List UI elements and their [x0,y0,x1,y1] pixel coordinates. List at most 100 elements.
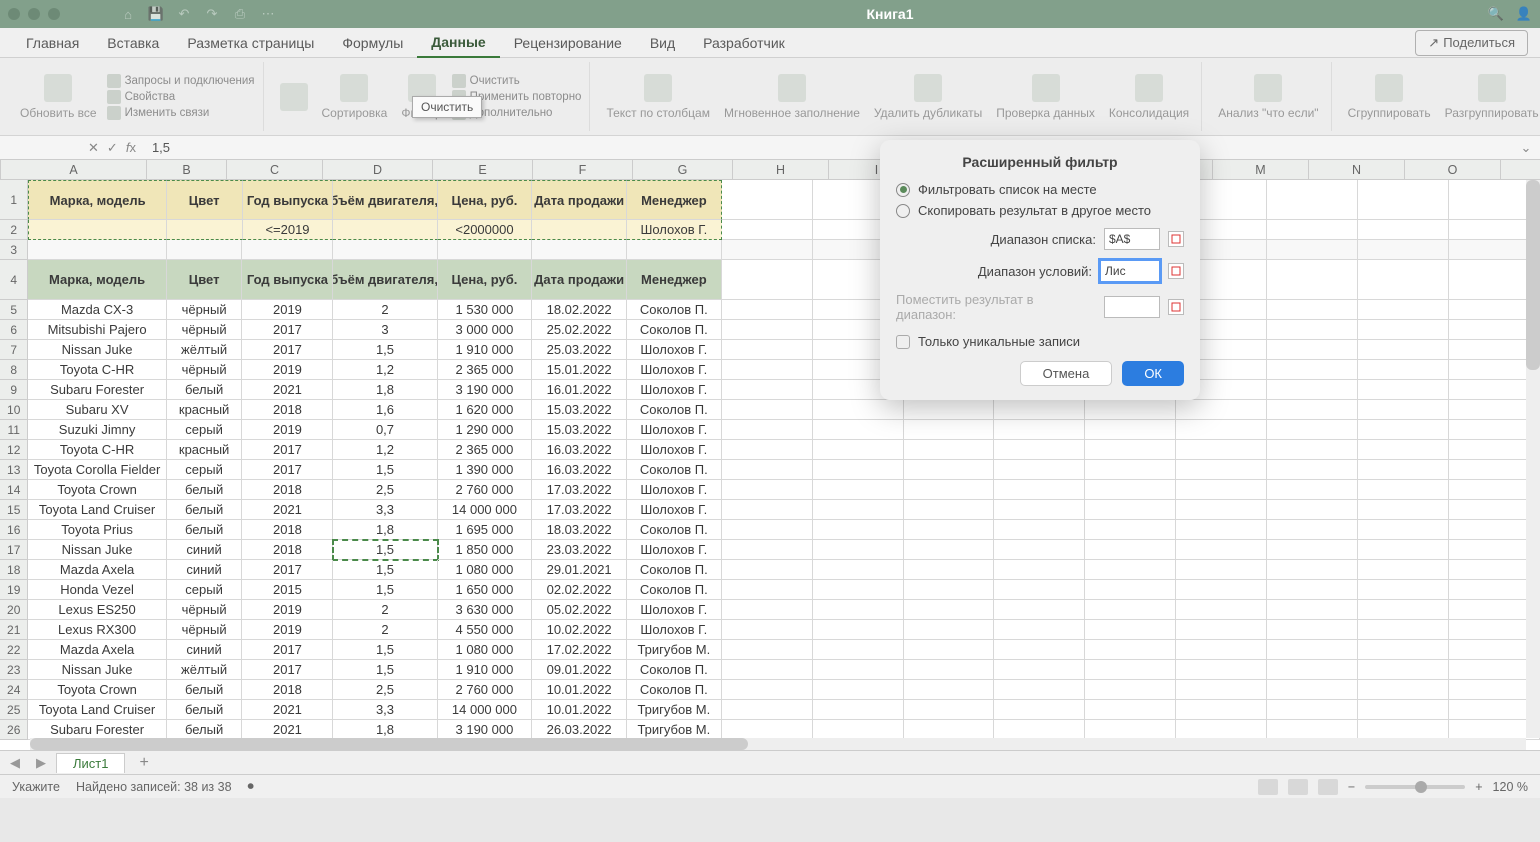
cell[interactable] [1176,520,1267,540]
cell[interactable] [1085,640,1176,660]
expand-formula-icon[interactable]: ⌄ [1516,140,1536,156]
cell[interactable]: 2018 [242,480,333,500]
cell[interactable] [813,700,904,720]
cell[interactable] [904,620,995,640]
cell[interactable]: Цена, руб. [438,260,533,300]
cell[interactable]: Subaru Forester [28,720,166,740]
cell[interactable] [1085,720,1176,740]
cell[interactable]: 3,3 [333,500,437,520]
cell[interactable]: Toyota Corolla Fielder [28,460,166,480]
cell[interactable]: 15.03.2022 [532,420,627,440]
cell[interactable] [1358,260,1449,300]
column-header[interactable]: E [433,160,533,179]
cell[interactable]: 2 [333,300,437,320]
cell[interactable]: 3 000 000 [438,320,533,340]
cell[interactable] [1176,440,1267,460]
cell[interactable]: 2 760 000 [438,680,533,700]
cell[interactable] [722,680,813,700]
cell[interactable]: 25.02.2022 [532,320,627,340]
ok-button[interactable]: ОК [1122,361,1184,386]
column-header[interactable]: D [323,160,433,179]
cell[interactable]: белый [167,720,243,740]
tab-layout[interactable]: Разметка страницы [173,29,328,57]
cell[interactable] [813,440,904,460]
row-header[interactable]: 1 [0,180,28,220]
cell[interactable] [28,240,166,260]
cell[interactable]: 2017 [242,320,333,340]
cell[interactable] [1358,660,1449,680]
cell[interactable]: белый [167,700,243,720]
cell[interactable] [722,480,813,500]
cell[interactable]: чёрный [167,360,243,380]
row-header[interactable]: 6 [0,320,28,340]
cell[interactable]: 1,2 [333,440,437,460]
row-header[interactable]: 4 [0,260,28,300]
cell[interactable] [813,540,904,560]
cell[interactable]: 17.02.2022 [532,640,627,660]
row-header[interactable]: 15 [0,500,28,520]
cell[interactable] [722,260,813,300]
cell[interactable] [1358,460,1449,480]
cell[interactable] [994,520,1085,540]
cell[interactable] [1176,600,1267,620]
cell[interactable]: 14 000 000 [438,700,533,720]
cell[interactable]: Honda Vezel [28,580,166,600]
cell[interactable]: Менеджер [627,260,722,300]
cell[interactable] [1267,580,1358,600]
cell[interactable] [904,700,995,720]
share-button[interactable]: ↗Поделиться [1415,30,1528,56]
cell[interactable]: 2,5 [333,480,437,500]
column-header[interactable]: M [1213,160,1309,179]
cell[interactable]: 1,8 [333,720,437,740]
cell[interactable]: 1 080 000 [438,640,533,660]
cell[interactable] [722,360,813,380]
cell[interactable]: синий [167,640,243,660]
cell[interactable] [532,220,627,240]
cell[interactable] [1085,540,1176,560]
cell[interactable]: Соколов П. [627,520,722,540]
cell[interactable] [994,420,1085,440]
cell[interactable]: 2018 [242,520,333,540]
row-header[interactable]: 24 [0,680,28,700]
cell[interactable] [1085,400,1176,420]
cell[interactable]: 3,3 [333,700,437,720]
vertical-scrollbar[interactable] [1526,180,1540,738]
cell[interactable]: чёрный [167,320,243,340]
cell[interactable]: Toyota Land Cruiser [28,700,166,720]
cell[interactable]: 1,5 [333,460,437,480]
tab-home[interactable]: Главная [12,29,93,57]
cell[interactable]: 16.01.2022 [532,380,627,400]
row-header[interactable]: 14 [0,480,28,500]
text-to-cols-button[interactable]: Текст по столбцам [602,72,714,122]
cell[interactable] [722,600,813,620]
cell[interactable]: Соколов П. [627,580,722,600]
cell[interactable] [1358,400,1449,420]
cell[interactable] [813,460,904,480]
cell[interactable] [722,380,813,400]
cell[interactable] [1267,660,1358,680]
minimize-window-icon[interactable] [28,8,40,20]
sheet-next-icon[interactable]: ▶ [30,755,52,771]
row-header[interactable]: 3 [0,240,28,260]
cell[interactable] [1267,600,1358,620]
cell[interactable]: серый [167,420,243,440]
cell[interactable] [904,500,995,520]
cell[interactable]: белый [167,680,243,700]
cell[interactable]: 1,8 [333,380,437,400]
cell[interactable]: 1,5 [333,340,437,360]
cell[interactable] [1176,540,1267,560]
cell[interactable]: Lexus RX300 [28,620,166,640]
cell[interactable]: 2017 [242,440,333,460]
row-header[interactable]: 17 [0,540,28,560]
cell[interactable]: Объём двигателя, л [333,260,437,300]
row-header[interactable]: 25 [0,700,28,720]
cell[interactable]: 1,5 [333,640,437,660]
row-header[interactable]: 10 [0,400,28,420]
cell[interactable]: Шолохов Г. [627,360,722,380]
hscroll-thumb[interactable] [30,738,748,750]
cell[interactable] [722,320,813,340]
cell[interactable] [722,580,813,600]
column-header[interactable]: G [633,160,733,179]
cell[interactable] [1176,560,1267,580]
cell[interactable]: 29.01.2021 [532,560,627,580]
